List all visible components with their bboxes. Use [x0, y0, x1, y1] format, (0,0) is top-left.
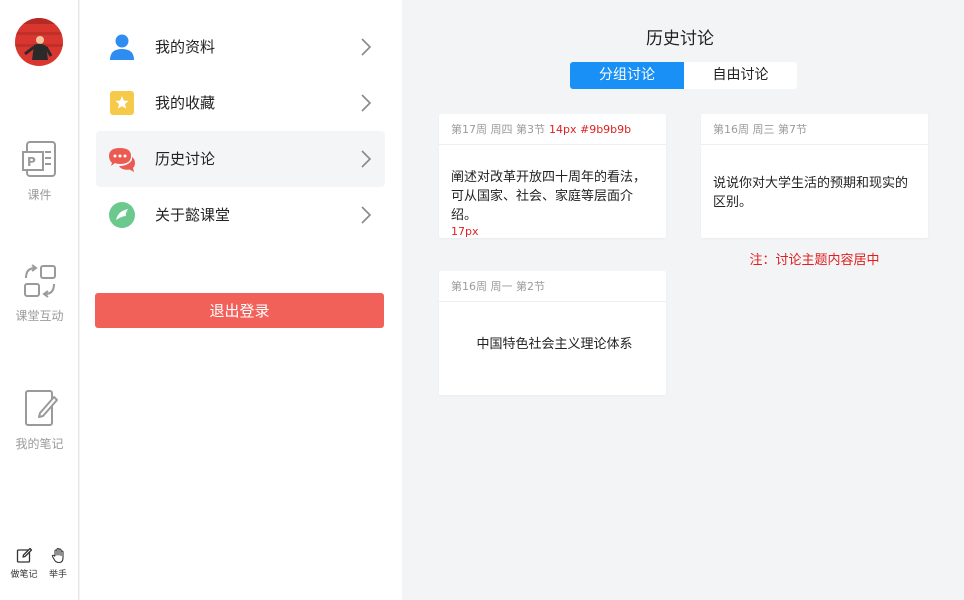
discussion-card[interactable]: 第16周 周一 第2节 中国特色社会主义理论体系 [439, 271, 666, 395]
rail-item-my-notes[interactable]: 我的笔记 [0, 389, 79, 452]
raise-hand-button[interactable]: 举手 [38, 547, 78, 580]
page-title: 历史讨论 [646, 29, 714, 49]
card-meta-annotation: 14px #9b9b9b [549, 123, 632, 136]
card-topic-text: 说说你对大学生活的预期和现实的区别。 [713, 176, 909, 210]
chevron-right-icon [361, 150, 371, 168]
class-interaction-icon [23, 264, 56, 298]
menu-item-my-profile[interactable]: 我的资料 [96, 19, 385, 75]
tab-group-discussion[interactable]: 分组讨论 [570, 62, 684, 89]
logout-button[interactable]: 退出登录 [95, 293, 384, 328]
discussion-tabs: 分组讨论 自由讨论 [570, 62, 797, 89]
card-text-annotation: 17px [451, 225, 479, 238]
menu-item-label: 我的收藏 [155, 94, 216, 112]
card-topic-text: 中国特色社会主义理论体系 [476, 337, 633, 352]
hand-icon [51, 547, 64, 564]
discussion-card[interactable]: 第16周 周三 第7节 说说你对大学生活的预期和现实的区别。 [701, 114, 928, 238]
app-logo-icon [109, 202, 135, 228]
card-meta: 第16周 周一 第2节 [439, 271, 666, 302]
menu-panel: 我的资料 我的收藏 历史讨论 关于懿课堂 退出登录 [80, 0, 402, 600]
card-body: 说说你对大学生活的预期和现实的区别。 [701, 145, 928, 212]
card-topic-text: 阐述对改革开放四十周年的看法，可从国家、社会、家庭等层面介绍。 [451, 170, 647, 223]
edit-icon [16, 547, 32, 563]
card-body: 阐述对改革开放四十周年的看法，可从国家、社会、家庭等层面介绍。 17px [439, 145, 666, 239]
menu-item-my-favorites[interactable]: 我的收藏 [96, 75, 385, 131]
left-rail: P 课件 课堂互动 我的笔记 做笔记 举手 [0, 0, 79, 600]
chevron-right-icon [361, 206, 371, 224]
avatar[interactable] [15, 18, 63, 66]
card-meta-text: 第17周 周四 第3节 [451, 123, 545, 136]
menu-item-about[interactable]: 关于懿课堂 [96, 187, 385, 243]
rail-item-courseware[interactable]: P 课件 [0, 140, 79, 203]
chat-bubble-icon [109, 148, 135, 172]
card-meta: 第17周 周四 第3节 14px #9b9b9b [439, 114, 666, 145]
menu-item-label: 我的资料 [155, 38, 216, 56]
main-content: 历史讨论 分组讨论 自由讨论 第17周 周四 第3节 14px #9b9b9b 阐… [402, 0, 964, 600]
menu-item-label: 关于懿课堂 [155, 206, 231, 224]
rail-item-label: 课堂互动 [15, 309, 64, 323]
svg-text:P: P [27, 155, 36, 169]
rail-item-label: 课件 [27, 188, 52, 202]
chevron-right-icon [361, 94, 371, 112]
card-meta-text: 第16周 周一 第2节 [451, 280, 545, 293]
card-meta-text: 第16周 周三 第7节 [713, 123, 807, 136]
user-icon [110, 34, 134, 60]
tab-free-discussion[interactable]: 自由讨论 [684, 62, 797, 89]
card-meta: 第16周 周三 第7节 [701, 114, 928, 145]
take-notes-label: 做笔记 [10, 570, 38, 580]
layout-note: 注：讨论主题内容居中 [749, 253, 880, 268]
courseware-icon: P [21, 141, 56, 177]
rail-item-class-interaction[interactable]: 课堂互动 [0, 263, 79, 324]
menu-item-history-discussion[interactable]: 历史讨论 [96, 131, 385, 187]
raise-hand-label: 举手 [48, 570, 67, 580]
rail-item-label: 我的笔记 [15, 437, 64, 451]
notebook-icon [24, 390, 58, 426]
star-icon [110, 91, 134, 115]
card-body: 中国特色社会主义理论体系 [439, 302, 666, 354]
menu-item-label: 历史讨论 [155, 150, 216, 168]
chevron-right-icon [361, 38, 371, 56]
discussion-card[interactable]: 第17周 周四 第3节 14px #9b9b9b 阐述对改革开放四十周年的看法，可… [439, 114, 666, 238]
